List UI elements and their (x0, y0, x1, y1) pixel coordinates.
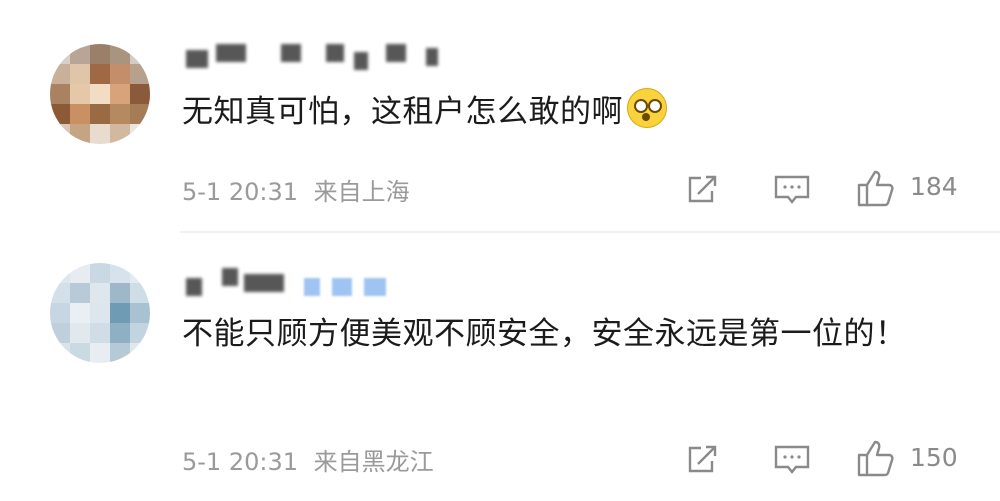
like-button[interactable] (856, 168, 896, 208)
comment-button[interactable] (774, 444, 810, 476)
share-button[interactable] (686, 442, 720, 476)
comment-item (0, 232, 1000, 501)
comment-time: 5-1 20:31 (182, 448, 298, 476)
avatar[interactable] (50, 263, 150, 363)
avatar[interactable] (50, 44, 150, 144)
like-count: 184 (910, 172, 958, 201)
comment-icon (774, 445, 810, 474)
comment-location: 来自黑龙江 (313, 448, 434, 476)
comment-button[interactable] (774, 174, 810, 206)
like-icon (857, 170, 894, 207)
share-icon (688, 445, 717, 473)
comment-meta: 5-1 20:31 来自黑龙江 (182, 442, 434, 477)
comment-item: 无知真可怕，这租户怎么敢的啊 5-1 20:31 来自上海 184 (0, 0, 1000, 232)
like-count: 150 (910, 443, 958, 472)
share-button[interactable] (686, 172, 720, 206)
comment-meta: 5-1 20:31 来自上海 (182, 172, 410, 207)
share-icon (688, 175, 717, 203)
comment-text: 无知真可怕，这租户怎么敢的啊 (182, 88, 667, 136)
username-blurred[interactable] (186, 268, 406, 296)
like-button[interactable] (856, 438, 896, 478)
comment-location: 来自上海 (313, 178, 410, 206)
comment-time: 5-1 20:31 (182, 178, 298, 206)
like-icon (857, 440, 894, 477)
comment-text-content: 无知真可怕，这租户怎么敢的啊 (182, 94, 623, 130)
astonished-face-icon (627, 88, 667, 128)
username-blurred[interactable] (186, 44, 446, 70)
comment-icon (774, 175, 810, 204)
comment-text: 不能只顾方便美观不顾安全，安全永远是第一位的！ (182, 310, 982, 358)
comment-text-content: 不能只顾方便美观不顾安全，安全永远是第一位的！ (182, 316, 907, 352)
